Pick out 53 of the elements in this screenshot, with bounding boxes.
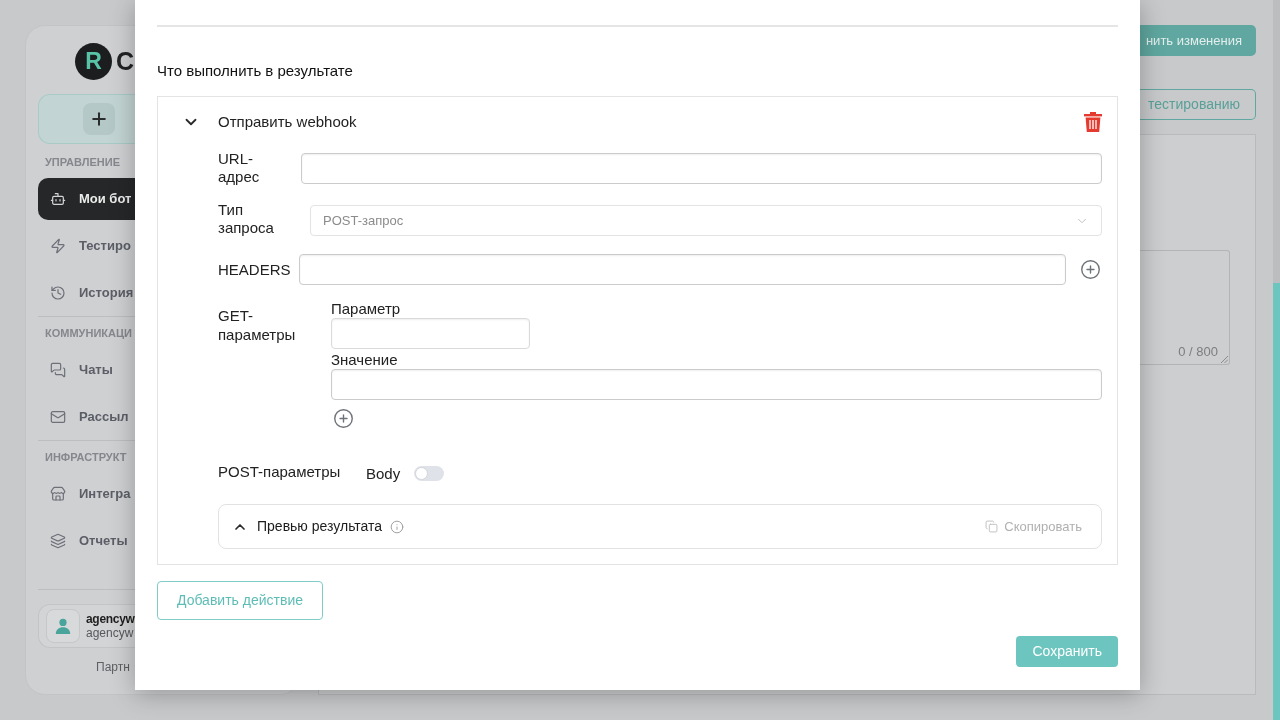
field-label: Тип запроса xyxy=(218,201,275,237)
chat-bubbles-icon xyxy=(50,362,66,378)
nav-item[interactable]: Интегра xyxy=(38,473,135,515)
field-label: GET-параметры xyxy=(218,306,297,344)
copy-icon xyxy=(985,520,999,533)
nav-item[interactable]: Чаты xyxy=(38,349,135,391)
scrollbar[interactable] xyxy=(1273,0,1280,720)
nav-item[interactable]: Рассыл xyxy=(38,396,135,438)
parameter-field[interactable] xyxy=(331,318,530,349)
section-heading: КОММУНИКАЦИ xyxy=(45,327,132,339)
footer-text: Партн xyxy=(96,661,130,673)
storefront-icon xyxy=(50,486,66,502)
field-label: Параметр xyxy=(331,299,401,318)
add-button[interactable] xyxy=(38,94,135,144)
logo-mark: R xyxy=(75,43,112,80)
plus-icon xyxy=(83,103,115,135)
action-title: Отправить webhook xyxy=(218,111,357,132)
envelope-icon xyxy=(50,409,66,425)
scrollbar-thumb[interactable] xyxy=(1273,283,1280,720)
add-circle-icon[interactable] xyxy=(333,408,354,429)
nav-item[interactable]: Отчеты xyxy=(38,520,135,562)
layers-icon xyxy=(50,533,66,549)
save-changes-button[interactable]: нить изменения xyxy=(1140,25,1256,56)
add-action-button[interactable]: Добавить действие xyxy=(157,581,323,620)
add-circle-icon[interactable] xyxy=(1080,259,1101,280)
field-label: URL-адрес xyxy=(218,150,261,186)
value-field[interactable] xyxy=(331,369,1102,400)
nav-item[interactable]: История xyxy=(38,272,135,314)
toggle-switch[interactable] xyxy=(414,466,445,481)
section-heading: УПРАВЛЕНИЕ xyxy=(45,156,120,168)
character-counter: 0 / 800 xyxy=(1178,344,1218,360)
user-name: agencyw xyxy=(86,612,135,626)
user-avatar-icon xyxy=(46,609,80,643)
preview-title: Превью результата xyxy=(257,517,383,536)
headers-field[interactable] xyxy=(299,254,1066,285)
trash-icon[interactable] xyxy=(1084,112,1102,132)
copy-button[interactable]: Скопировать xyxy=(985,516,1082,537)
nav-item[interactable]: Мои бот xyxy=(38,178,135,220)
info-icon[interactable] xyxy=(390,519,405,534)
history-icon xyxy=(50,285,66,301)
user-email: agencyw xyxy=(86,626,134,640)
switch-label: Body xyxy=(366,464,401,483)
resize-handle-icon[interactable] xyxy=(1220,355,1228,363)
nav-item[interactable]: Тестиро xyxy=(38,225,135,267)
url-field[interactable] xyxy=(301,153,1102,184)
section-heading: ИНФРАСТРУКТ xyxy=(45,451,127,463)
lightning-icon xyxy=(50,238,66,254)
logo-text: C xyxy=(116,49,135,74)
section-title: Что выполнить в результате xyxy=(157,62,353,80)
field-label: Значение xyxy=(331,350,398,369)
field-label: POST-параметры xyxy=(218,463,342,481)
field-label: HEADERS xyxy=(218,260,292,279)
robot-icon xyxy=(50,191,66,207)
